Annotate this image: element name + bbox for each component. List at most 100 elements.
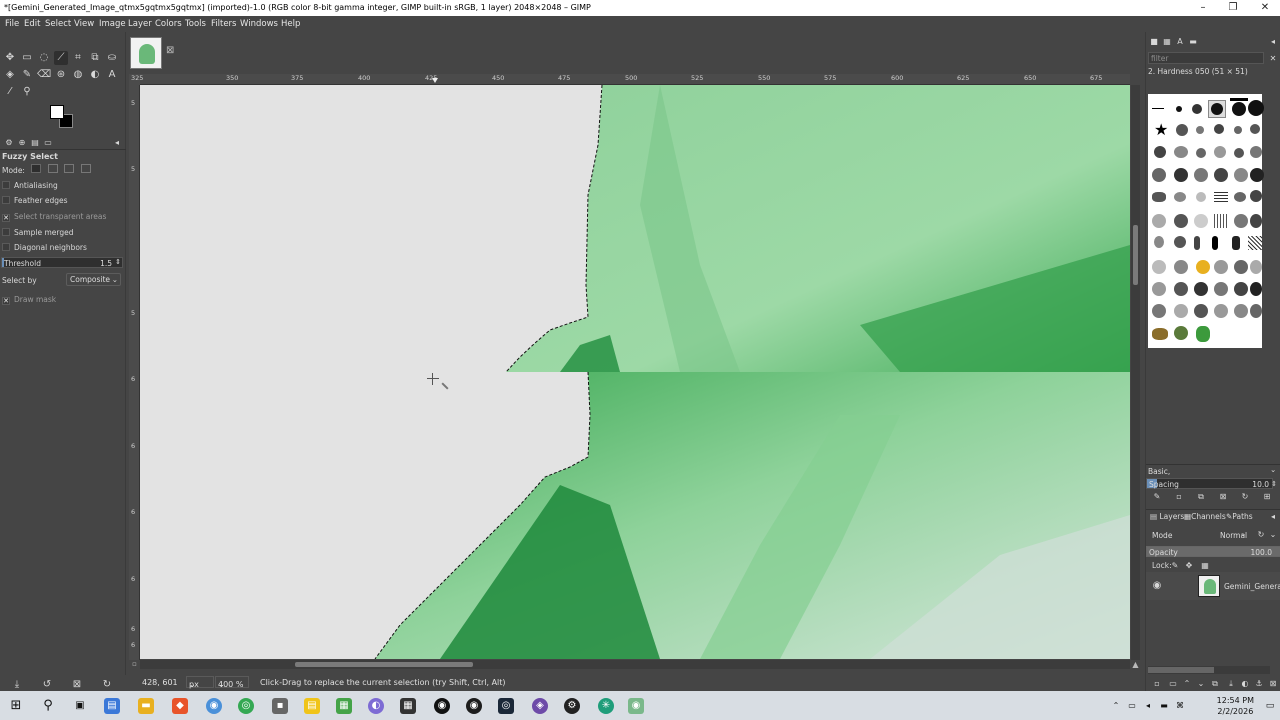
task-view-icon[interactable]: ▣: [72, 698, 88, 714]
menu-select[interactable]: Select: [45, 19, 71, 29]
image-canvas[interactable]: [140, 85, 1130, 659]
draw-mask-checkbox[interactable]: ✕: [2, 297, 10, 305]
zoom-selector[interactable]: 400 % ⌄: [215, 676, 249, 689]
brush-preset-dropdown[interactable]: Basic, ⌄: [1146, 464, 1280, 476]
discord-icon[interactable]: ◐: [368, 698, 384, 714]
edit-brush-icon[interactable]: ✎: [1150, 490, 1164, 504]
delete-layer-icon[interactable]: ⊠: [1266, 677, 1280, 691]
tab-layers[interactable]: ▤ Layers: [1150, 512, 1184, 521]
folder-icon[interactable]: ▬: [138, 698, 154, 714]
menu-help[interactable]: Help: [281, 19, 300, 29]
dock-menu-icon[interactable]: ◂: [1266, 35, 1280, 49]
notifications-icon[interactable]: ▭: [1262, 698, 1278, 714]
antialiasing-option[interactable]: Antialiasing: [2, 181, 58, 190]
vertical-scroll-thumb[interactable]: [1133, 225, 1138, 285]
horizontal-ruler[interactable]: 325 350 375 400 425 450 475 500 525 550 …: [131, 74, 1130, 85]
draw-mask-option[interactable]: ✕ Draw mask: [2, 295, 56, 305]
refresh-brushes-icon[interactable]: ↻: [1238, 490, 1252, 504]
diagonal-neighbors-option[interactable]: Diagonal neighbors: [2, 243, 87, 252]
zoom-tool-icon[interactable]: ⚲: [20, 85, 34, 99]
layers-scrollbar[interactable]: [1148, 666, 1270, 674]
menu-tools[interactable]: Tools: [185, 19, 206, 29]
eraser-tool-icon[interactable]: ⌫: [37, 68, 51, 82]
lock-alpha-icon[interactable]: ▦: [1198, 559, 1212, 573]
brush-filter-input[interactable]: filter: [1148, 52, 1264, 64]
clone-tool-icon[interactable]: ⊛: [54, 68, 68, 82]
lasso-tool-icon[interactable]: ◌: [37, 51, 51, 65]
close-tab-icon[interactable]: ⊠: [166, 45, 174, 56]
vertical-ruler[interactable]: 5 5 5 6 6 6 6 6 6: [129, 85, 140, 660]
text-tool-icon[interactable]: A: [105, 68, 119, 82]
smudge-tool-icon[interactable]: ◍: [71, 68, 85, 82]
chatgpt-icon[interactable]: ✳: [598, 698, 614, 714]
undo-history-tab-icon[interactable]: ▤: [28, 136, 42, 150]
mode-subtract-icon[interactable]: [64, 164, 75, 173]
steam-icon[interactable]: ◎: [498, 698, 514, 714]
document-history-tab-icon[interactable]: ▬: [1186, 35, 1200, 49]
volume-icon[interactable]: ◂: [1140, 698, 1156, 714]
dock-menu-icon[interactable]: ◂: [110, 136, 124, 150]
layer-mode-dropdown[interactable]: Normal ⌄: [1220, 529, 1248, 541]
new-layer-icon[interactable]: ▫: [1150, 677, 1164, 691]
menu-colors[interactable]: Colors: [155, 19, 182, 29]
rect-select-tool-icon[interactable]: ▭: [20, 51, 34, 65]
restore-options-icon[interactable]: ↺: [40, 678, 54, 692]
gimp-taskbar-icon[interactable]: ◉: [628, 698, 644, 714]
close-button[interactable]: ✕: [1250, 1, 1280, 15]
network-icon[interactable]: ▭: [1124, 698, 1140, 714]
app-purple-icon[interactable]: ◈: [532, 698, 548, 714]
sample-merged-checkbox[interactable]: [2, 228, 10, 236]
eye-icon[interactable]: ◉: [1150, 579, 1164, 593]
new-brush-icon[interactable]: ▫: [1172, 490, 1186, 504]
save-options-icon[interactable]: ⤓: [10, 678, 24, 692]
image-tab-thumbnail[interactable]: [130, 37, 162, 69]
dodge-tool-icon[interactable]: ◐: [88, 68, 102, 82]
dock-menu-icon[interactable]: ◂: [1266, 510, 1280, 524]
vertical-scrollbar[interactable]: [1131, 85, 1140, 660]
color-picker-tool-icon[interactable]: ⁄: [3, 85, 17, 99]
language-icon[interactable]: ⌘: [1172, 698, 1188, 714]
minimize-button[interactable]: –: [1188, 1, 1218, 15]
app-explorer-icon[interactable]: ▤: [104, 698, 120, 714]
quick-mask-icon[interactable]: ▫: [129, 660, 140, 669]
duplicate-brush-icon[interactable]: ⧉: [1194, 490, 1208, 504]
clear-filter-icon[interactable]: ✕: [1266, 52, 1280, 66]
move-tool-icon[interactable]: ✥: [3, 51, 17, 65]
select-transparent-option[interactable]: ✕ Select transparent areas: [2, 212, 106, 222]
merge-layer-icon[interactable]: ⤓: [1224, 677, 1238, 691]
foreground-color-swatch[interactable]: [50, 105, 64, 119]
menu-filters[interactable]: Filters: [211, 19, 236, 29]
horizontal-scroll-thumb[interactable]: [295, 662, 473, 667]
navigate-icon[interactable]: ▲: [1131, 660, 1140, 669]
select-by-dropdown[interactable]: Composite ⌄: [66, 273, 121, 286]
menu-edit[interactable]: Edit: [24, 19, 40, 29]
app-icon[interactable]: ▪: [272, 698, 288, 714]
menu-image[interactable]: Image: [99, 19, 126, 29]
tool-options-tab-icon[interactable]: ⚙: [2, 136, 16, 150]
transform-tool-icon[interactable]: ⧉: [88, 51, 102, 65]
media-icon[interactable]: ◉: [434, 698, 450, 714]
images-tab-icon[interactable]: ▭: [41, 136, 55, 150]
battery-icon[interactable]: ▬: [1156, 698, 1172, 714]
crop-tool-icon[interactable]: ⌗: [71, 51, 85, 65]
feather-edges-option[interactable]: Feather edges: [2, 196, 68, 205]
notes-icon[interactable]: ▤: [304, 698, 320, 714]
edge-browser-icon[interactable]: ◉: [206, 698, 222, 714]
lock-position-icon[interactable]: ✥: [1182, 559, 1196, 573]
menu-view[interactable]: View: [74, 19, 94, 29]
lock-pixels-icon[interactable]: ✎: [1168, 559, 1182, 573]
open-brush-icon[interactable]: ⊞: [1260, 490, 1274, 504]
menu-layer[interactable]: Layer: [128, 19, 152, 29]
maximize-button[interactable]: ❐: [1218, 1, 1248, 15]
chevron-down-icon[interactable]: ⌄: [1266, 528, 1280, 542]
duplicate-layer-icon[interactable]: ⧉: [1208, 677, 1222, 691]
layer-mask-icon[interactable]: ◐: [1238, 677, 1252, 691]
paintbrush-tool-icon[interactable]: ✎: [20, 68, 34, 82]
brushes-tab-icon[interactable]: ■: [1147, 35, 1161, 49]
sample-merged-option[interactable]: Sample merged: [2, 228, 74, 237]
delete-brush-icon[interactable]: ⊠: [1216, 490, 1230, 504]
github-icon[interactable]: ◉: [466, 698, 482, 714]
patterns-tab-icon[interactable]: ▦: [1160, 35, 1174, 49]
fonts-tab-icon[interactable]: A: [1173, 35, 1187, 49]
anchor-layer-icon[interactable]: ⚓: [1252, 677, 1266, 691]
